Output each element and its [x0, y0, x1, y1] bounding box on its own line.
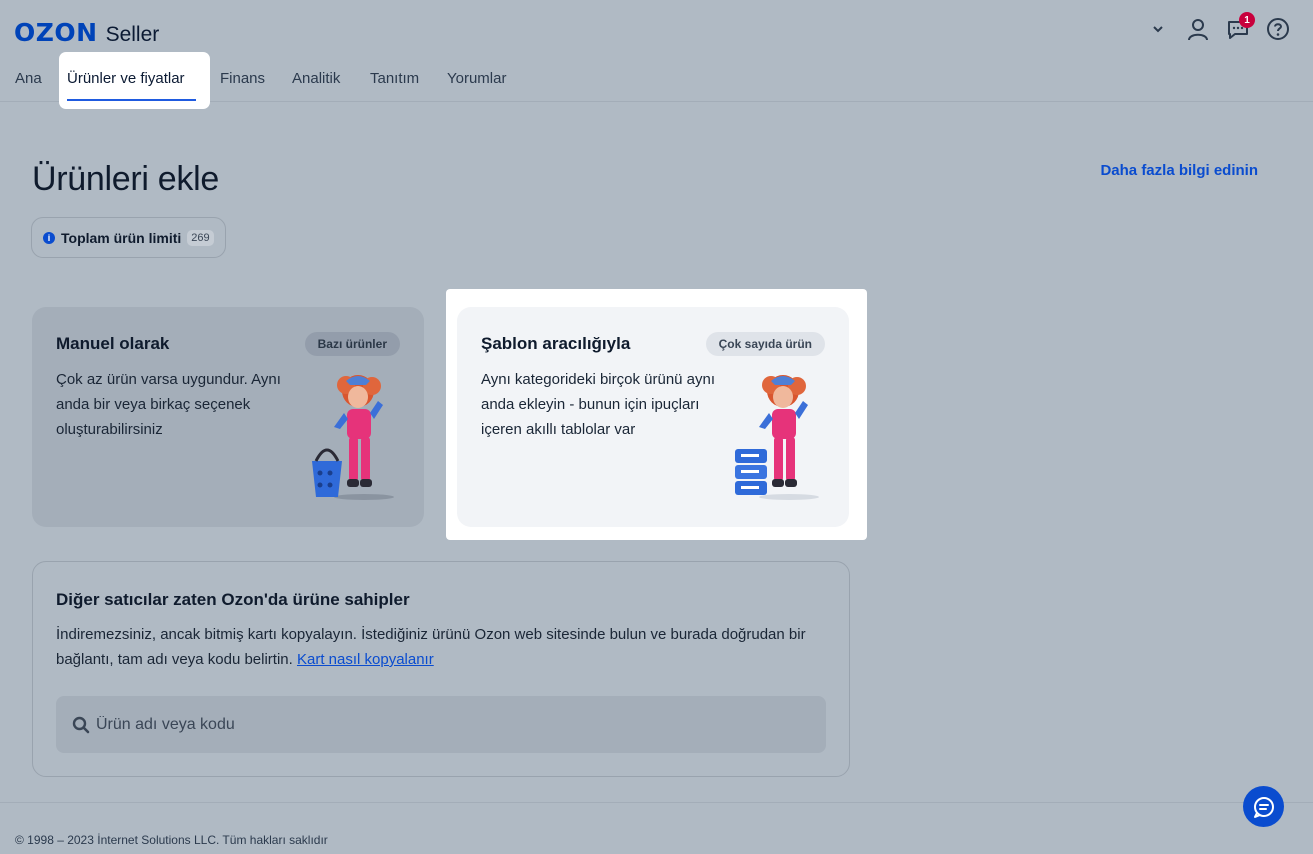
user-icon[interactable]: [1185, 16, 1211, 42]
card-title: Manuel olarak: [56, 334, 170, 353]
support-chat-button[interactable]: [1243, 786, 1284, 827]
copy-product-card: Diğer satıcılar zaten Ozon'da ürüne sahi…: [32, 561, 850, 777]
nav-tab-home[interactable]: Ana: [15, 70, 42, 88]
chat-bubble-icon: [1253, 796, 1274, 818]
card-tag: Çok sayıda ürün: [705, 332, 825, 356]
nav-tab-promotion[interactable]: Tanıtım: [370, 70, 419, 88]
product-limit-count: 269: [187, 229, 214, 246]
active-tab-indicator: [67, 99, 196, 101]
how-to-copy-link[interactable]: Kart nasıl kopyalanır: [297, 651, 434, 668]
nav-tab-products-prices[interactable]: Ürünler ve fiyatlar: [59, 52, 210, 109]
notification-badge: 1: [1239, 12, 1255, 28]
mascot-basket-illustration: [312, 375, 394, 500]
mascot-boxes-illustration: [735, 375, 819, 500]
product-search-input[interactable]: [96, 696, 816, 753]
chevron-down-icon[interactable]: [1145, 16, 1171, 42]
product-search-box[interactable]: [56, 696, 826, 753]
card-tag: Bazı ürünler: [304, 332, 400, 356]
card-description: Aynı kategorideki birçok ürünü aynı anda…: [481, 371, 716, 438]
footer-divider: [0, 802, 1313, 803]
logo-ozon-text: OZON: [14, 18, 98, 47]
help-icon[interactable]: [1265, 16, 1291, 42]
card-title: Şablon aracılığıyla: [481, 334, 631, 353]
nav-tab-reviews[interactable]: Yorumlar: [447, 70, 506, 88]
copy-card-title: Diğer satıcılar zaten Ozon'da ürüne sahi…: [56, 590, 410, 609]
template-card-highlight: Şablon aracılığıyla Çok sayıda ürün Aynı…: [446, 289, 867, 540]
logo-seller-text: Seller: [105, 23, 160, 46]
product-limit-badge[interactable]: i Toplam ürün limiti 269: [31, 217, 226, 258]
card-description: Çok az ürün varsa uygundur. Aynı anda bi…: [56, 371, 281, 438]
nav-tab-analytics[interactable]: Analitik: [292, 70, 340, 88]
ozon-seller-logo[interactable]: OZON Seller: [14, 18, 159, 47]
product-limit-label: Toplam ürün limiti: [61, 229, 182, 246]
page-title: Ürünleri ekle: [32, 160, 219, 198]
info-icon: i: [43, 231, 55, 244]
learn-more-link[interactable]: Daha fazla bilgi edinin: [1100, 162, 1258, 179]
template-add-card[interactable]: Şablon aracılığıyla Çok sayıda ürün Aynı…: [457, 307, 849, 527]
search-icon: [72, 716, 90, 734]
footer-copyright: © 1998 – 2023 İnternet Solutions LLC. Tü…: [15, 833, 328, 847]
nav-tab-finance[interactable]: Finans: [220, 70, 265, 88]
nav-tab-products-label: Ürünler ve fiyatlar: [67, 70, 185, 87]
copy-card-description: İndiremezsiniz, ancak bitmiş kartı kopya…: [56, 622, 816, 672]
chat-icon[interactable]: 1: [1225, 12, 1255, 42]
manual-add-card[interactable]: Manuel olarak Bazı ürünler Çok az ürün v…: [32, 307, 424, 527]
header-actions: 1: [1145, 12, 1291, 42]
